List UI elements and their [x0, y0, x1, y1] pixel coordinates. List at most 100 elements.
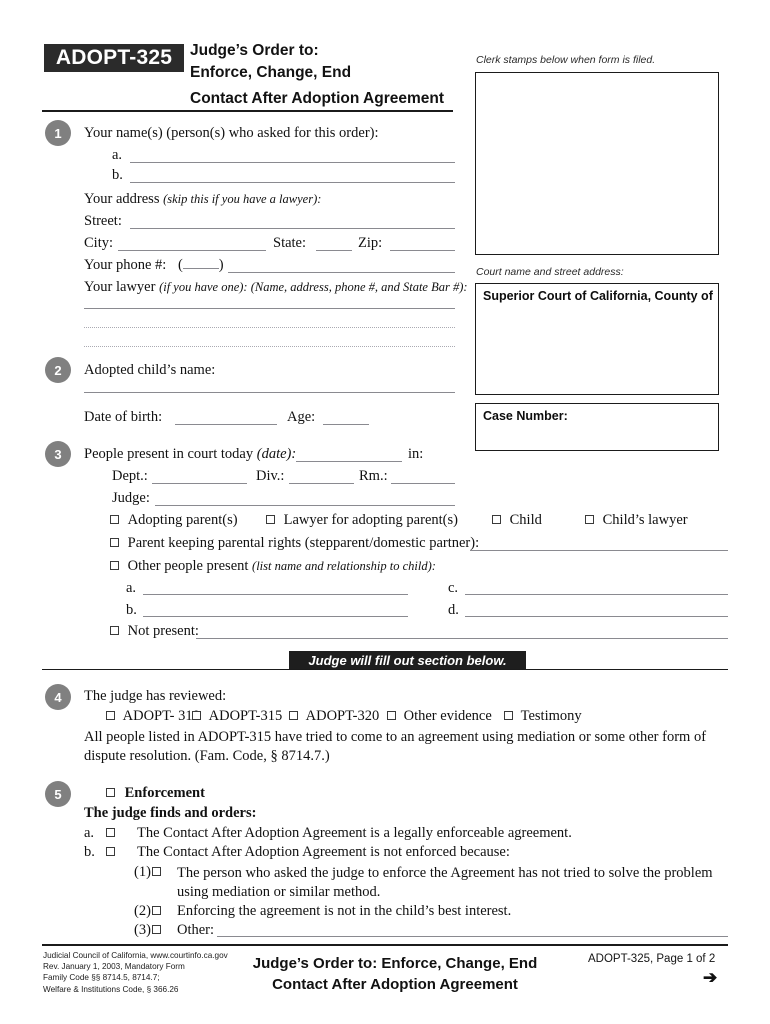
section-1-item-a-label: a. [112, 147, 123, 163]
section-5-item-b-text: The Contact After Adoption Agreement is … [137, 844, 510, 860]
footer-legal-citations: Judicial Council of California, www.cour… [43, 950, 228, 995]
section-1-name-b-input[interactable] [130, 182, 455, 183]
lawyer-input-line-3[interactable] [84, 346, 455, 347]
form-title-line-2: Enforce, Change, End [190, 64, 352, 81]
section-3-heading-note: (date): [256, 446, 297, 462]
case-number-box[interactable]: Case Number: [475, 403, 719, 451]
checkbox-childs-lawyer-box[interactable] [585, 515, 594, 524]
checkbox-other-evidence[interactable]: Other evidence [387, 709, 492, 724]
other-person-b-input[interactable] [143, 616, 408, 617]
form-page: ADOPT-325 Judge’s Order to: Enforce, Cha… [0, 0, 770, 1024]
city-input[interactable] [118, 250, 266, 251]
section-5-subtitle: The judge finds and orders: [84, 805, 257, 821]
checkbox-child[interactable]: Child [492, 513, 542, 528]
checkbox-5b-3[interactable] [152, 923, 161, 938]
checkbox-adopting-parents[interactable]: Adopting parent(s) [110, 513, 238, 528]
section-5-sub3-text: Other: [177, 922, 215, 938]
checkbox-5b-2[interactable] [152, 904, 161, 919]
other-person-c-label: c. [448, 580, 459, 596]
checkbox-5b[interactable] [106, 845, 115, 860]
form-code-badge: ADOPT-325 [44, 44, 184, 72]
judge-banner-divider [42, 669, 728, 670]
lawyer-input-line-2[interactable] [84, 327, 455, 328]
checkbox-adopt-320-box[interactable] [289, 711, 298, 720]
checkbox-other-evidence-box[interactable] [387, 711, 396, 720]
checkbox-childs-lawyer[interactable]: Child’s lawyer [585, 513, 688, 528]
dob-input[interactable] [175, 424, 277, 425]
checkbox-parent-keeping-rights[interactable]: Parent keeping parental rights (steppare… [110, 536, 479, 551]
checkbox-5a-box[interactable] [106, 828, 115, 837]
section-5-sub3-input[interactable] [217, 936, 728, 937]
footer-form-title: Judge’s Order to: Enforce, Change, End C… [230, 953, 560, 995]
state-input[interactable] [316, 250, 352, 251]
court-date-input[interactable] [296, 461, 402, 462]
checkbox-testimony-box[interactable] [504, 711, 513, 720]
lawyer-input-line-1[interactable] [84, 308, 455, 309]
other-person-b-label: b. [126, 602, 137, 618]
judge-label: Judge: [112, 490, 150, 506]
checkbox-other-evidence-label: Other evidence [403, 708, 492, 724]
checkbox-adopt-310[interactable]: ADOPT- 310 [106, 709, 200, 724]
phone-area-code-input[interactable] [182, 268, 219, 269]
checkbox-other-people-present[interactable]: Other people present (list name and rela… [110, 559, 436, 574]
section-4-heading: The judge has reviewed: [84, 688, 227, 704]
not-present-input[interactable] [196, 638, 728, 639]
div-input[interactable] [289, 483, 354, 484]
checkbox-child-label: Child [509, 512, 542, 528]
checkbox-adopt-320[interactable]: ADOPT-320 [289, 709, 379, 724]
child-name-input[interactable] [84, 392, 455, 393]
checkbox-testimony[interactable]: Testimony [504, 709, 582, 724]
phone-label-text: Your phone #: [84, 257, 167, 273]
court-address-caption: Court name and street address: [476, 266, 624, 278]
next-page-arrow-icon: ➔ [703, 968, 718, 987]
checkbox-lawyer-for-adopting-parents[interactable]: Lawyer for adopting parent(s) [266, 513, 458, 528]
checkbox-enforcement-box[interactable] [106, 788, 115, 797]
section-4-number: 4 [45, 684, 71, 710]
checkbox-5b-2-box[interactable] [152, 906, 161, 915]
checkbox-adopt-310-box[interactable] [106, 711, 115, 720]
checkbox-enforcement[interactable]: Enforcement [106, 786, 205, 801]
dept-input[interactable] [152, 483, 247, 484]
footer-line-2: Rev. January 1, 2003, Mandatory Form [43, 962, 185, 972]
clerk-stamp-box[interactable] [475, 72, 719, 255]
checkbox-other-people-present-box[interactable] [110, 561, 119, 570]
zip-input[interactable] [390, 250, 455, 251]
rm-input[interactable] [391, 483, 455, 484]
section-5-sub2-label: (2) [134, 903, 151, 919]
court-name-address-box[interactable]: Superior Court of California, County of [475, 283, 719, 395]
checkbox-parent-keeping-rights-box[interactable] [110, 538, 119, 547]
other-person-c-input[interactable] [465, 594, 728, 595]
checkbox-5b-1-box[interactable] [152, 867, 161, 876]
phone-number-input[interactable] [228, 272, 455, 273]
checkbox-5b-3-box[interactable] [152, 925, 161, 934]
section-1-item-b-label: b. [112, 167, 123, 183]
checkbox-5b-1[interactable] [152, 865, 161, 880]
checkbox-5a[interactable] [106, 826, 115, 841]
checkbox-testimony-label: Testimony [520, 708, 582, 724]
checkbox-adopt-315-box[interactable] [192, 711, 201, 720]
checkbox-child-box[interactable] [492, 515, 501, 524]
div-label: Div.: [256, 468, 285, 484]
parent-keeping-rights-input[interactable] [470, 550, 728, 551]
section-5-item-a-label: a. [84, 825, 95, 841]
section-1-name-a-input[interactable] [130, 162, 455, 163]
form-title-line-1: Judge’s Order to: [190, 42, 319, 59]
section-4-paragraph: All people listed in ADOPT-315 have trie… [84, 729, 707, 764]
other-person-d-input[interactable] [465, 616, 728, 617]
checkbox-not-present-box[interactable] [110, 626, 119, 635]
checkbox-5b-box[interactable] [106, 847, 115, 856]
address-note: (skip this if you have a lawyer): [163, 192, 322, 206]
phone-label: Your phone #: () [84, 258, 224, 273]
phone-paren-close: ) [218, 257, 224, 273]
section-1-heading: Your name(s) (person(s) who asked for th… [84, 125, 379, 141]
dept-label: Dept.: [112, 468, 148, 484]
street-input[interactable] [130, 228, 455, 229]
checkbox-lawyer-for-adopting-parents-box[interactable] [266, 515, 275, 524]
checkbox-adopting-parents-label: Adopting parent(s) [127, 512, 238, 528]
checkbox-adopting-parents-box[interactable] [110, 515, 119, 524]
judge-input[interactable] [155, 505, 455, 506]
checkbox-adopt-315[interactable]: ADOPT-315 [192, 709, 282, 724]
age-input[interactable] [323, 424, 369, 425]
other-person-a-input[interactable] [143, 594, 408, 595]
checkbox-not-present[interactable]: Not present: [110, 624, 199, 639]
